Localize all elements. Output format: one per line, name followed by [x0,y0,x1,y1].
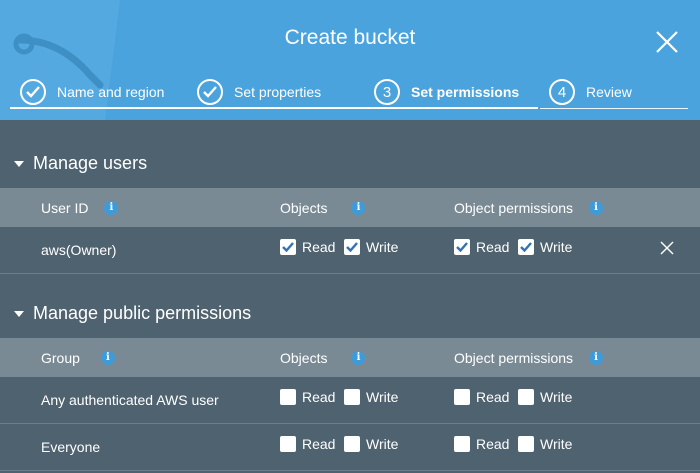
step-number: 3 [374,79,400,105]
permissions-read-checkbox[interactable]: Read [454,436,509,452]
info-icon[interactable]: i [351,200,366,215]
info-icon[interactable]: i [100,350,115,365]
step-review[interactable]: 4 Review [549,76,632,108]
objects-read-checkbox[interactable]: Read [280,436,335,452]
close-icon[interactable] [652,27,682,57]
x-icon[interactable] [660,241,674,255]
step-number: 4 [549,79,575,105]
checkmark-icon [344,239,360,255]
column-header-object-permissions: Object permissions i [454,338,604,377]
table-row: Everyone Read Write Read Write [0,424,700,471]
group-cell: Any authenticated AWS user [41,392,219,408]
info-icon[interactable]: i [589,200,604,215]
permissions-read-checkbox[interactable]: Read [454,239,509,255]
column-header-object-permissions: Object permissions i [454,188,604,227]
step-label: Set permissions [411,84,520,100]
wizard-header: Create bucket Name and region Set proper… [0,0,700,120]
user-id-cell: aws(Owner) [41,242,117,258]
progress-line [10,107,538,109]
checkmark-icon [197,79,223,105]
public-permissions-toggle[interactable]: Manage public permissions [14,303,251,324]
objects-write-checkbox[interactable]: Write [344,389,398,405]
permissions-read-checkbox[interactable]: Read [454,389,509,405]
caret-down-icon [14,310,24,317]
objects-read-checkbox[interactable]: Read [280,239,335,255]
objects-read-checkbox[interactable]: Read [280,389,335,405]
users-table-header: User ID i Objects i Object permissions i [0,188,700,227]
section-title: Manage users [33,153,148,173]
permissions-write-checkbox[interactable]: Write [518,239,572,255]
progress-line-remaining [540,108,688,109]
section-title: Manage public permissions [33,303,252,323]
public-table-header: Group i Objects i Object permissions i [0,338,700,377]
checkmark-icon [518,239,534,255]
dialog-title: Create bucket [284,26,416,49]
checkmark-icon [20,79,46,105]
permissions-write-checkbox[interactable]: Write [518,389,572,405]
column-header-user-id: User ID i [41,188,119,227]
group-cell: Everyone [41,439,101,455]
step-label: Review [586,84,632,100]
step-label: Set properties [234,84,322,100]
permissions-write-checkbox[interactable]: Write [518,436,572,452]
checkmark-icon [280,239,296,255]
info-icon[interactable]: i [104,200,119,215]
step-name-and-region[interactable]: Name and region [20,76,164,108]
info-icon[interactable]: i [589,350,604,365]
column-header-objects: Objects i [280,188,366,227]
caret-down-icon [14,160,24,167]
table-row: Any authenticated AWS user Read Write Re… [0,377,700,424]
step-set-properties[interactable]: Set properties [197,76,321,108]
table-row: aws(Owner) Read Write Read Write [0,227,700,274]
step-set-permissions[interactable]: 3 Set permissions [374,76,519,108]
objects-write-checkbox[interactable]: Write [344,239,398,255]
step-label: Name and region [57,84,165,100]
column-header-objects: Objects i [280,338,366,377]
objects-write-checkbox[interactable]: Write [344,436,398,452]
manage-users-toggle[interactable]: Manage users [14,153,147,174]
column-header-group: Group i [41,338,115,377]
checkmark-icon [454,239,470,255]
info-icon[interactable]: i [351,350,366,365]
